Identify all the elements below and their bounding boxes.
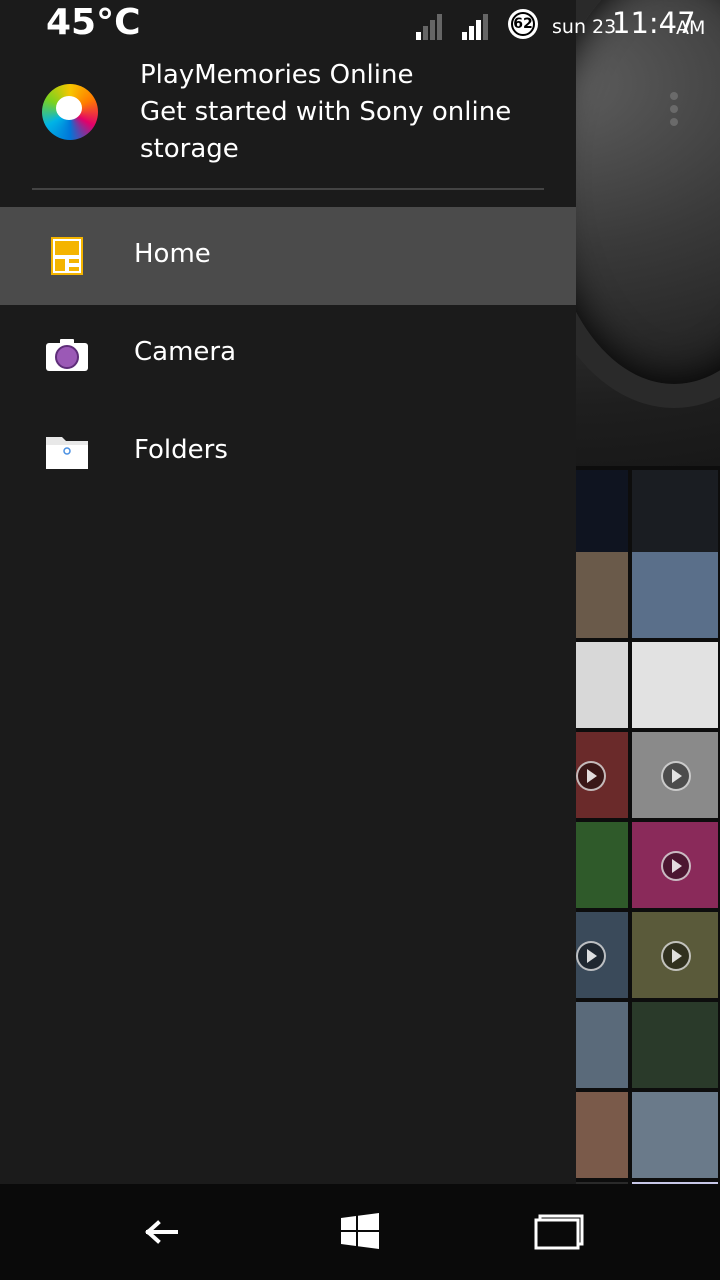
gallery-video-thumbnail[interactable] (632, 822, 718, 908)
status-bar: 45°C 62 sun 23 11:47 AM (0, 0, 720, 52)
status-ampm: AM (676, 17, 706, 39)
signal-strength-icon-sim1 (408, 10, 444, 40)
gallery-video-thumbnail[interactable] (632, 732, 718, 818)
gallery-thumbnail[interactable] (632, 1002, 718, 1088)
gallery-thumbnail[interactable] (576, 1092, 628, 1178)
gallery-thumbnail[interactable] (632, 1092, 718, 1178)
drawer-item-label: Folders (134, 435, 228, 465)
more-options-icon[interactable] (670, 92, 678, 131)
account-name: PlayMemories Online (140, 60, 414, 90)
gallery-thumbnail[interactable] (576, 822, 628, 908)
camera-icon (46, 333, 88, 375)
drawer-item-label: Camera (134, 337, 237, 367)
drawer-item-folders[interactable]: Folders (0, 403, 576, 501)
folder-icon (46, 431, 88, 473)
account-header[interactable]: PlayMemories Online Get started with Son… (0, 52, 576, 192)
signal-strength-icon-sim2 (454, 10, 490, 40)
gallery-thumbnail[interactable] (632, 642, 718, 728)
gallery-thumbnail[interactable] (632, 470, 718, 556)
navigation-drawer: PlayMemories Online Get started with Son… (0, 0, 576, 1184)
temperature-readout: 45°C (46, 2, 141, 43)
play-icon (661, 761, 691, 791)
home-grid-icon (46, 235, 88, 277)
gallery-video-thumbnail[interactable] (632, 912, 718, 998)
play-icon (576, 761, 606, 791)
gallery-video-thumbnail[interactable] (576, 732, 628, 818)
gallery-thumbnail[interactable] (576, 470, 628, 556)
drawer-item-camera[interactable]: Camera (0, 305, 576, 403)
status-date: sun 23 (552, 16, 617, 38)
drawer-item-label: Home (134, 239, 211, 269)
gallery-video-thumbnail[interactable] (576, 912, 628, 998)
system-navigation-bar (0, 1184, 720, 1280)
gallery-thumbnail[interactable] (576, 552, 628, 638)
back-arrow-icon[interactable] (138, 1208, 186, 1256)
drawer-divider (32, 188, 544, 190)
recent-apps-icon[interactable] (534, 1208, 586, 1256)
account-description: Get started with Sony online storage (140, 97, 512, 164)
gallery-thumbnail[interactable] (576, 1002, 628, 1088)
gallery-thumbnail[interactable] (632, 552, 718, 638)
playmemories-logo-icon (42, 84, 98, 140)
windows-logo-icon[interactable] (336, 1208, 384, 1256)
gallery-thumbnail[interactable] (576, 642, 628, 728)
drawer-item-home[interactable]: Home (0, 207, 576, 305)
play-icon (576, 941, 606, 971)
play-icon (661, 941, 691, 971)
play-icon (661, 851, 691, 881)
battery-icon: 62 (508, 9, 538, 39)
